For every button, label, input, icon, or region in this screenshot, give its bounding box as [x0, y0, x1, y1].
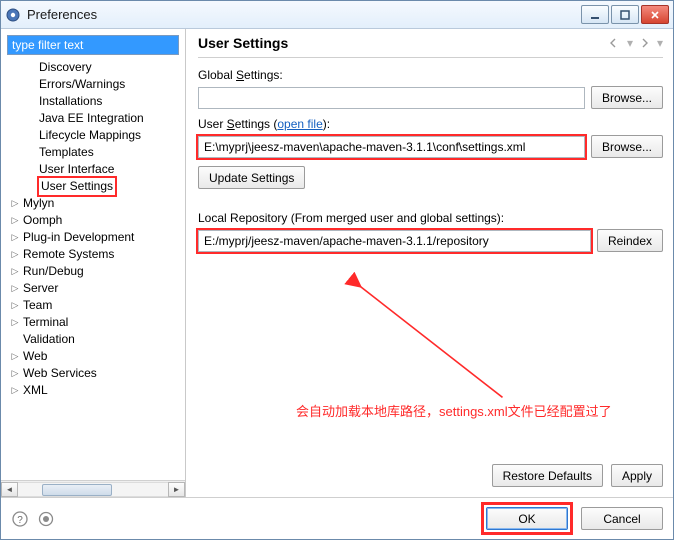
local-repo-label: Local Repository (From merged user and g… [198, 211, 663, 225]
tree-item[interactable]: ▷Remote Systems [3, 246, 185, 263]
tree-item[interactable]: ▷Server [3, 280, 185, 297]
expand-icon[interactable]: ▷ [9, 280, 21, 297]
tree-item[interactable]: Discovery [3, 59, 185, 76]
horizontal-scrollbar[interactable]: ◄ ► [1, 480, 185, 497]
update-settings-button[interactable]: Update Settings [198, 166, 305, 189]
expand-icon[interactable]: ▷ [9, 212, 21, 229]
user-settings-label: User Settings (open file): [198, 117, 663, 131]
tree-item[interactable]: ▷Mylyn [3, 195, 185, 212]
svg-text:?: ? [17, 515, 23, 526]
tree-item[interactable]: Lifecycle Mappings [3, 127, 185, 144]
restore-defaults-button[interactable]: Restore Defaults [492, 464, 603, 487]
expand-icon[interactable]: ▷ [9, 365, 21, 382]
page-title: User Settings [198, 35, 607, 51]
maximize-button[interactable] [611, 5, 639, 24]
help-icon[interactable]: ? [11, 510, 29, 528]
expand-icon[interactable]: ▷ [9, 348, 21, 365]
tree-item[interactable]: ▷Terminal [3, 314, 185, 331]
tree-item-label: Web [21, 348, 49, 365]
window-title: Preferences [27, 7, 581, 22]
minimize-button[interactable] [581, 5, 609, 24]
close-button[interactable] [641, 5, 669, 24]
settings-panel: User Settings ▾ ▾ Global Settings: Brows… [186, 29, 673, 497]
tree-item-label: Web Services [21, 365, 99, 382]
annotation-text: 会自动加载本地库路径，settings.xml文件已经配置过了 [296, 401, 612, 420]
tree-item-label: Terminal [21, 314, 70, 331]
expand-icon[interactable]: ▷ [9, 229, 21, 246]
ok-button[interactable]: OK [486, 507, 568, 530]
sidebar: DiscoveryErrors/WarningsInstallationsJav… [1, 29, 186, 497]
local-repo-input[interactable] [198, 230, 591, 252]
expand-icon[interactable]: ▷ [9, 246, 21, 263]
tree-item[interactable]: User Settings [3, 178, 185, 195]
ok-highlight: OK [481, 502, 573, 535]
cancel-button[interactable]: Cancel [581, 507, 663, 530]
tree-item-label: Discovery [37, 59, 94, 76]
tree-item-label: Oomph [21, 212, 64, 229]
tree-item[interactable]: Templates [3, 144, 185, 161]
user-settings-browse-button[interactable]: Browse... [591, 135, 663, 158]
expand-icon[interactable]: ▷ [9, 297, 21, 314]
tree-item-label: Java EE Integration [37, 110, 146, 127]
user-settings-input[interactable] [198, 136, 585, 158]
preferences-window: Preferences DiscoveryErrors/WarningsInst… [0, 0, 674, 540]
tree-item-label: Team [21, 297, 54, 314]
page-nav: ▾ ▾ [607, 35, 663, 51]
filter-input[interactable] [7, 35, 179, 55]
tree-item-label: Errors/Warnings [37, 76, 127, 93]
tree-item-label: Run/Debug [21, 263, 86, 280]
global-settings-browse-button[interactable]: Browse... [591, 86, 663, 109]
tree-item[interactable]: ▷Plug-in Development [3, 229, 185, 246]
forward-icon[interactable] [637, 35, 653, 51]
scroll-thumb[interactable] [42, 484, 112, 496]
expand-icon[interactable]: ▷ [9, 263, 21, 280]
tree-item[interactable]: ▷Oomph [3, 212, 185, 229]
tree-item-label: Lifecycle Mappings [37, 127, 143, 144]
titlebar: Preferences [1, 1, 673, 29]
tree-item-label: Server [21, 280, 60, 297]
scroll-left-button[interactable]: ◄ [1, 482, 18, 497]
tree-item[interactable]: ▷Team [3, 297, 185, 314]
tree-item[interactable]: Validation [3, 331, 185, 348]
dialog-footer: ? OK Cancel [1, 497, 673, 539]
tree-item-label: Templates [37, 144, 96, 161]
tree-item-label: Remote Systems [21, 246, 116, 263]
tree-item-label: Plug-in Development [21, 229, 136, 246]
tree-item-label: Validation [21, 331, 77, 348]
record-icon[interactable] [37, 510, 55, 528]
scroll-right-button[interactable]: ► [168, 482, 185, 497]
tree-item[interactable]: ▷Run/Debug [3, 263, 185, 280]
expand-icon[interactable]: ▷ [9, 382, 21, 399]
reindex-button[interactable]: Reindex [597, 229, 663, 252]
apply-button[interactable]: Apply [611, 464, 663, 487]
tree-item[interactable]: Java EE Integration [3, 110, 185, 127]
open-file-link[interactable]: open file [277, 117, 322, 131]
tree-item-label: XML [21, 382, 50, 399]
global-settings-input[interactable] [198, 87, 585, 109]
tree-item-label: Mylyn [21, 195, 56, 212]
back-icon[interactable] [607, 35, 623, 51]
preferences-tree[interactable]: DiscoveryErrors/WarningsInstallationsJav… [1, 59, 185, 480]
scroll-track[interactable] [18, 482, 168, 497]
tree-item-label: User Settings [37, 176, 117, 197]
app-icon [5, 7, 21, 23]
global-settings-label: Global Settings: [198, 68, 663, 82]
tree-item[interactable]: ▷Web [3, 348, 185, 365]
tree-item[interactable]: Errors/Warnings [3, 76, 185, 93]
tree-item[interactable]: Installations [3, 93, 185, 110]
tree-item[interactable]: ▷Web Services [3, 365, 185, 382]
tree-item[interactable]: ▷XML [3, 382, 185, 399]
expand-icon[interactable]: ▷ [9, 195, 21, 212]
tree-item-label: Installations [37, 93, 104, 110]
expand-icon[interactable]: ▷ [9, 314, 21, 331]
